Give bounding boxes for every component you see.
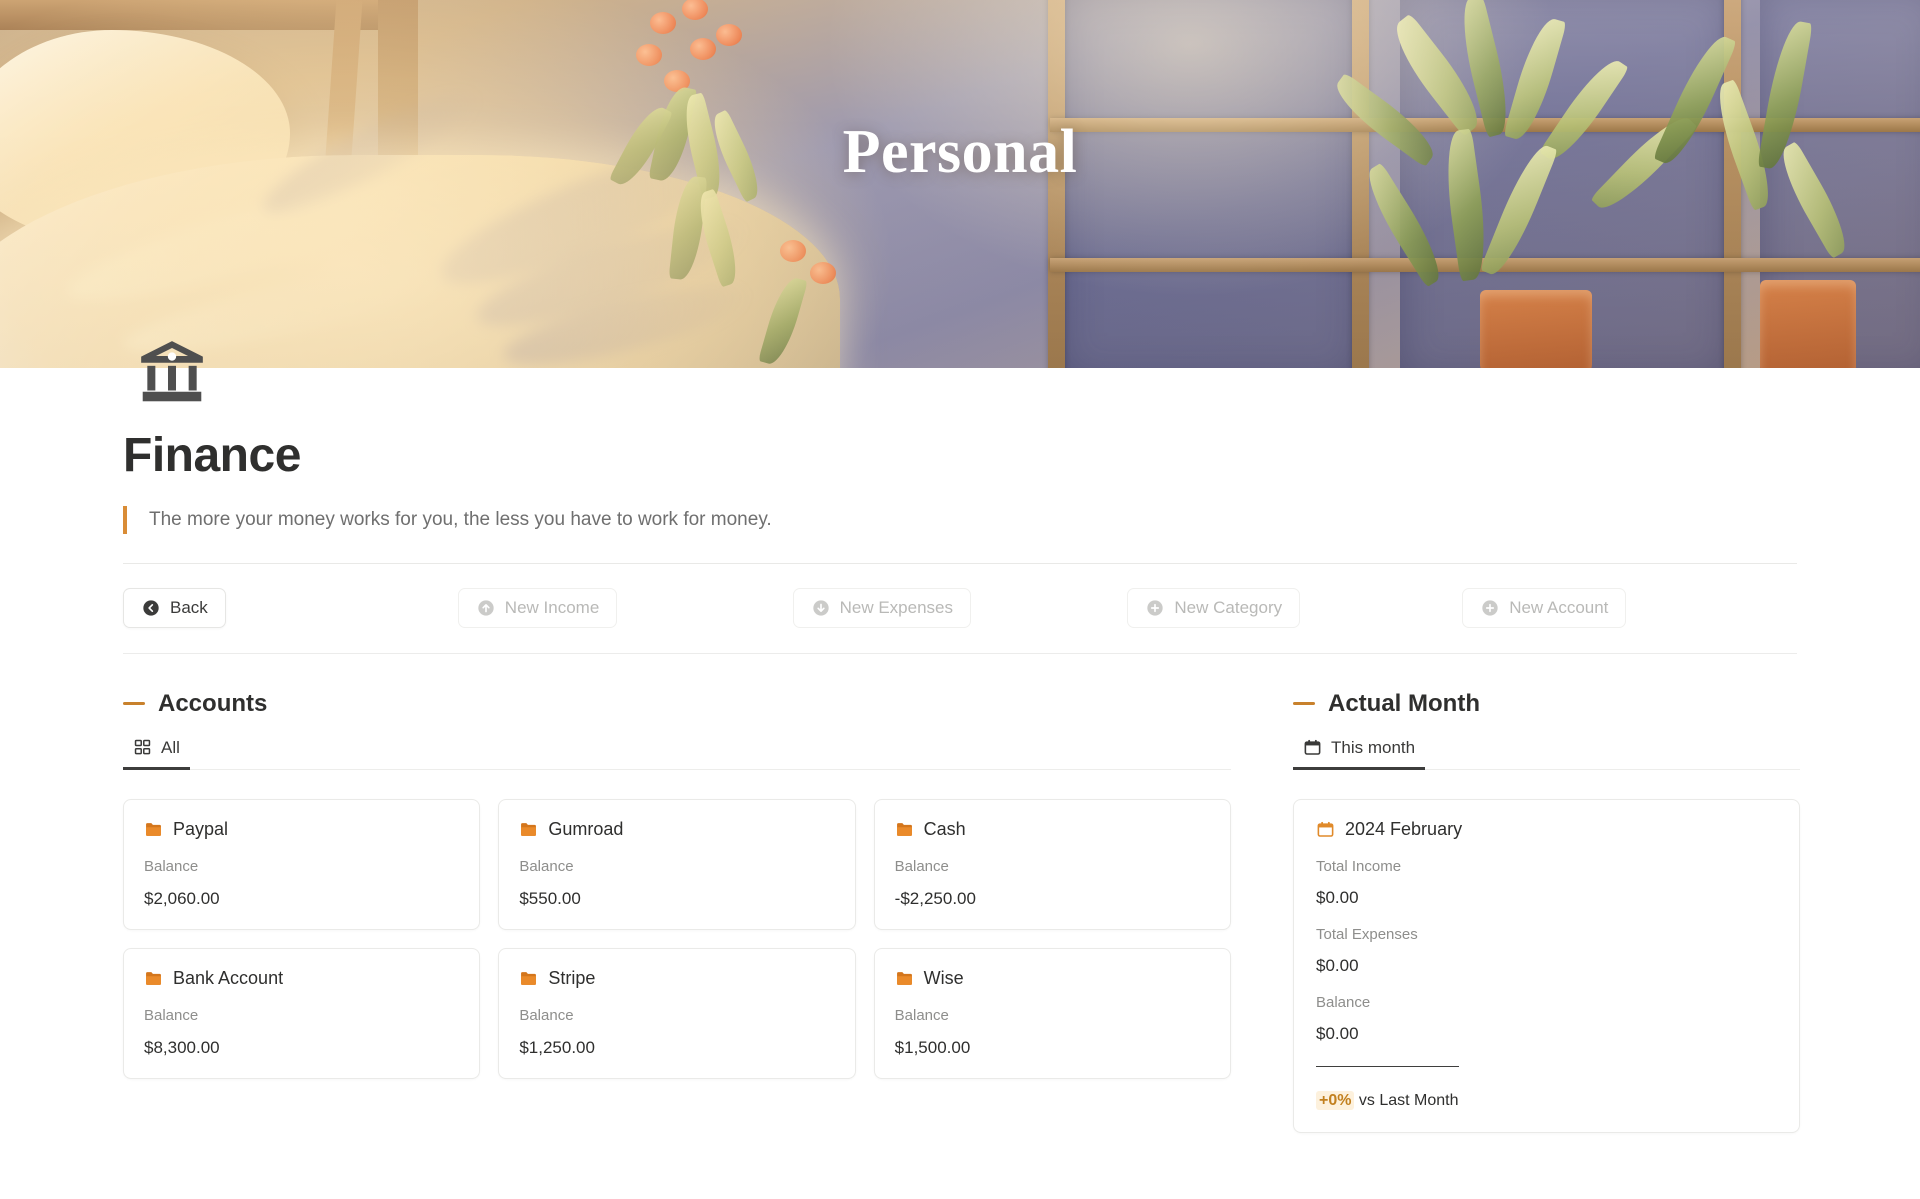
accounts-column: Accounts All Paypal Balance $2,060.00 Gu… <box>123 690 1231 1133</box>
account-balance-label: Balance <box>894 857 949 875</box>
account-name: Stripe <box>548 967 596 988</box>
page-quote: The more your money works for you, the l… <box>123 505 1797 534</box>
change-suffix-label: vs Last Month <box>1354 1091 1459 1109</box>
action-slot-back: Back <box>123 587 458 628</box>
calendar-icon <box>1303 738 1322 757</box>
total-expenses-value: $0.00 <box>1316 955 1359 975</box>
change-percent-badge: +0% <box>1316 1090 1355 1110</box>
back-button[interactable]: Back <box>123 587 226 628</box>
account-balance-value: -$2,250.00 <box>894 888 976 908</box>
actual-month-section-heading: Actual Month <box>1293 690 1800 718</box>
plus-circle-icon <box>1480 598 1500 618</box>
page-cover-banner: Personal <box>0 0 1920 368</box>
account-card-stripe[interactable]: Stripe Balance $1,250.00 <box>498 947 856 1079</box>
account-card-paypal[interactable]: Paypal Balance $2,060.00 <box>123 798 481 930</box>
account-name: Cash <box>923 818 966 839</box>
accounts-tabbar: All <box>123 738 1231 770</box>
content-columns: Accounts All Paypal Balance $2,060.00 Gu… <box>123 690 1800 1133</box>
account-card-grid: Paypal Balance $2,060.00 Gumroad Balance… <box>123 798 1231 1079</box>
account-card-title: Gumroad <box>519 819 834 840</box>
arrow-up-circle-icon <box>476 598 496 618</box>
month-change-row: +0% vs Last Month <box>1316 1090 1777 1110</box>
page-title: Finance <box>123 429 301 482</box>
new-expenses-button-label: New Expenses <box>839 597 953 617</box>
accounts-heading-label: Accounts <box>158 689 268 717</box>
account-balance-value: $1,250.00 <box>519 1037 595 1057</box>
account-card-gumroad[interactable]: Gumroad Balance $550.00 <box>498 798 856 930</box>
tab-all-label: All <box>161 737 180 757</box>
accounts-section-heading: Accounts <box>123 690 1231 718</box>
new-income-button-label: New Income <box>504 597 600 617</box>
actual-month-column: Actual Month This month 2024 February To… <box>1293 690 1800 1133</box>
action-slot-new-category: New Category <box>1127 587 1462 628</box>
folder-icon <box>519 820 538 839</box>
new-expenses-button[interactable]: New Expenses <box>792 587 971 628</box>
account-card-title: Stripe <box>519 968 834 989</box>
account-balance-label: Balance <box>519 857 574 875</box>
account-balance-value: $8,300.00 <box>144 1037 220 1057</box>
account-name: Paypal <box>173 818 229 839</box>
account-name: Wise <box>923 967 964 988</box>
account-balance-label: Balance <box>144 1006 199 1024</box>
account-balance-label: Balance <box>144 857 199 875</box>
quote-text: The more your money works for you, the l… <box>149 509 772 531</box>
total-income-label: Total Income <box>1316 857 1402 875</box>
account-name: Gumroad <box>548 818 624 839</box>
month-card-title: 2024 February <box>1316 819 1777 840</box>
account-card-title: Cash <box>895 819 1210 840</box>
page-body: Finance The more your money works for yo… <box>0 341 1920 1133</box>
month-balance-label: Balance <box>1316 993 1371 1011</box>
card-inner-divider <box>1316 1065 1459 1067</box>
folder-icon <box>895 969 914 988</box>
account-balance-value: $550.00 <box>519 888 581 908</box>
action-slot-new-expenses: New Expenses <box>792 587 1128 628</box>
month-tabbar: This month <box>1293 738 1800 770</box>
tab-this-month-label: This month <box>1331 737 1416 757</box>
account-card-cash[interactable]: Cash Balance -$2,250.00 <box>873 798 1231 930</box>
month-balance-value: $0.00 <box>1316 1023 1359 1043</box>
arrow-left-circle-icon <box>141 598 161 618</box>
new-account-button-label: New Account <box>1509 597 1609 617</box>
new-category-button-label: New Category <box>1174 597 1283 617</box>
month-name: 2024 February <box>1345 818 1463 839</box>
total-income-value: $0.00 <box>1316 887 1359 907</box>
action-button-row: Back New Income New Expenses New Categor… <box>123 587 1797 628</box>
folder-icon <box>144 820 163 839</box>
plus-circle-icon <box>1145 598 1165 618</box>
tabbar-baseline <box>123 768 1231 770</box>
divider-top <box>123 562 1797 564</box>
folder-icon <box>895 820 914 839</box>
account-balance-label: Balance <box>894 1006 949 1024</box>
total-expenses-label: Total Expenses <box>1316 925 1418 943</box>
account-balance-label: Balance <box>519 1006 574 1024</box>
calendar-icon <box>1316 820 1335 839</box>
account-balance-value: $2,060.00 <box>144 888 220 908</box>
folder-icon <box>144 969 163 988</box>
action-slot-new-income: New Income <box>457 587 793 628</box>
bank-icon <box>135 335 209 409</box>
heading-dash-icon <box>1293 702 1315 706</box>
divider-bottom <box>123 652 1797 654</box>
new-income-button[interactable]: New Income <box>457 587 618 628</box>
new-category-button[interactable]: New Category <box>1127 587 1301 628</box>
month-summary-card[interactable]: 2024 February Total Income $0.00 Total E… <box>1293 798 1800 1133</box>
actual-month-heading-label: Actual Month <box>1328 689 1480 717</box>
account-card-bank-account[interactable]: Bank Account Balance $8,300.00 <box>123 947 481 1079</box>
account-card-wise[interactable]: Wise Balance $1,500.00 <box>873 947 1231 1079</box>
account-name: Bank Account <box>173 967 284 988</box>
back-button-label: Back <box>170 597 208 617</box>
account-card-title: Paypal <box>144 819 459 840</box>
action-slot-new-account: New Account <box>1462 587 1797 628</box>
tab-all[interactable]: All <box>123 738 190 770</box>
heading-dash-icon <box>123 702 145 706</box>
tab-this-month[interactable]: This month <box>1293 737 1426 770</box>
cover-title: Personal <box>842 118 1078 186</box>
arrow-down-circle-icon <box>811 598 831 618</box>
new-account-button[interactable]: New Account <box>1462 587 1627 628</box>
account-card-title: Bank Account <box>144 968 459 989</box>
account-balance-value: $1,500.00 <box>894 1037 971 1057</box>
grid-icon <box>133 738 152 757</box>
folder-icon <box>519 969 538 988</box>
account-card-title: Wise <box>895 968 1210 989</box>
